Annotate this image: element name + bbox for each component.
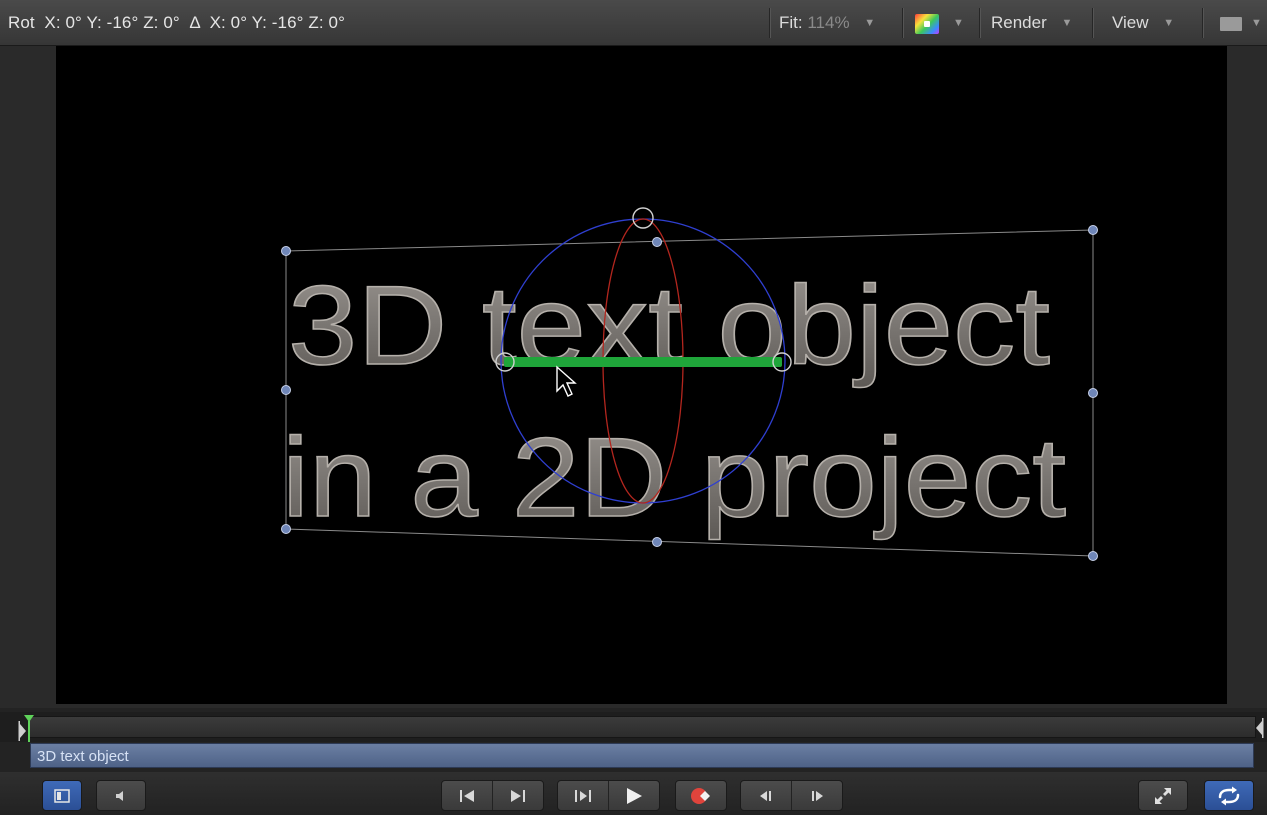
handle-middle-right[interactable]	[1088, 388, 1098, 398]
mute-button[interactable]	[96, 780, 146, 811]
toolbar-divider	[1202, 8, 1203, 38]
mini-timeline	[0, 712, 1267, 742]
toggle-panel-icon	[54, 788, 70, 803]
chevron-down-icon: ▼	[1251, 17, 1262, 29]
mute-icon	[116, 790, 123, 801]
record-icon	[691, 787, 710, 804]
handle-top-right[interactable]	[1088, 225, 1098, 235]
playback-button-group	[557, 780, 660, 811]
toolbar-divider	[902, 8, 903, 38]
timeline-ruler[interactable]	[28, 716, 1256, 738]
chevron-down-icon: ▼	[1061, 17, 1073, 29]
channels-color-icon[interactable]	[915, 14, 939, 34]
play-button[interactable]	[609, 781, 659, 810]
frame-step-button-group	[740, 780, 843, 811]
toggle-panel-button[interactable]	[42, 780, 82, 811]
play-icon	[627, 787, 642, 804]
toolbar-divider	[769, 8, 770, 38]
handle-top-left[interactable]	[281, 246, 291, 256]
canvas[interactable]: 3D text object in a 2D project	[56, 46, 1227, 704]
loop-icon	[1218, 786, 1240, 805]
go-to-start-icon	[460, 789, 474, 802]
track-label: 3D text object	[37, 748, 129, 765]
viewer-layout-icon[interactable]	[1220, 17, 1242, 31]
transport-controls	[0, 772, 1267, 815]
handle-bottom-middle[interactable]	[652, 537, 662, 547]
fullscreen-icon	[1155, 787, 1171, 804]
prev-frame-button[interactable]	[741, 781, 792, 810]
prev-frame-icon	[760, 790, 771, 801]
handle-middle-left[interactable]	[281, 385, 291, 395]
text-line-1: 3D text object	[288, 263, 1050, 388]
handle-top-middle[interactable]	[652, 237, 662, 247]
rotation-top-handle[interactable]	[632, 207, 654, 229]
chevron-down-icon: ▼	[953, 17, 964, 29]
fit-value: 114%	[807, 13, 850, 32]
go-to-end-button[interactable]	[493, 781, 543, 810]
render-menu[interactable]: Render ▼	[991, 13, 1072, 33]
fullscreen-button[interactable]	[1138, 780, 1188, 811]
fit-label: Fit:	[779, 13, 803, 32]
record-button[interactable]	[675, 780, 727, 811]
in-point-icon[interactable]	[18, 720, 28, 742]
toolbar-divider	[1092, 8, 1093, 38]
handle-bottom-right[interactable]	[1088, 551, 1098, 561]
navigation-button-group	[441, 780, 544, 811]
out-point-icon[interactable]	[1254, 716, 1264, 740]
handle-bottom-left[interactable]	[281, 524, 291, 534]
loop-button[interactable]	[1204, 780, 1254, 811]
channels-menu-arrow[interactable]: ▼	[953, 13, 964, 33]
chevron-down-icon: ▼	[1163, 17, 1175, 29]
next-frame-icon	[812, 790, 823, 801]
next-frame-button[interactable]	[792, 781, 842, 810]
timeline-track-bar[interactable]: 3D text object	[30, 743, 1254, 768]
rotation-readout: Rot X: 0° Y: -16° Z: 0° Δ X: 0° Y: -16° …	[8, 13, 345, 32]
play-from-start-button[interactable]	[558, 781, 609, 810]
canvas-area: 3D text object in a 2D project	[0, 46, 1267, 708]
play-from-start-icon	[575, 789, 591, 802]
text-line-2: in a 2D project	[282, 415, 1066, 540]
chevron-down-icon: ▼	[864, 17, 876, 29]
canvas-toolbar: Rot X: 0° Y: -16° Z: 0° Δ X: 0° Y: -16° …	[0, 0, 1267, 46]
toolbar-right: Fit: 114% ▼ ▼ Render ▼ View ▼ ▼	[767, 0, 1267, 46]
render-label: Render	[991, 13, 1047, 32]
fit-zoom-menu[interactable]: Fit: 114% ▼	[779, 13, 875, 33]
go-to-end-icon	[511, 789, 525, 802]
go-to-start-button[interactable]	[442, 781, 493, 810]
x-axis-handle[interactable]	[504, 357, 782, 367]
canvas-overlay: 3D text object in a 2D project	[281, 207, 1098, 561]
layout-menu-arrow[interactable]: ▼	[1251, 13, 1262, 33]
text-object[interactable]: 3D text object in a 2D project	[281, 262, 1067, 541]
view-menu[interactable]: View ▼	[1112, 13, 1174, 33]
view-label: View	[1112, 13, 1149, 32]
toolbar-divider	[979, 8, 980, 38]
